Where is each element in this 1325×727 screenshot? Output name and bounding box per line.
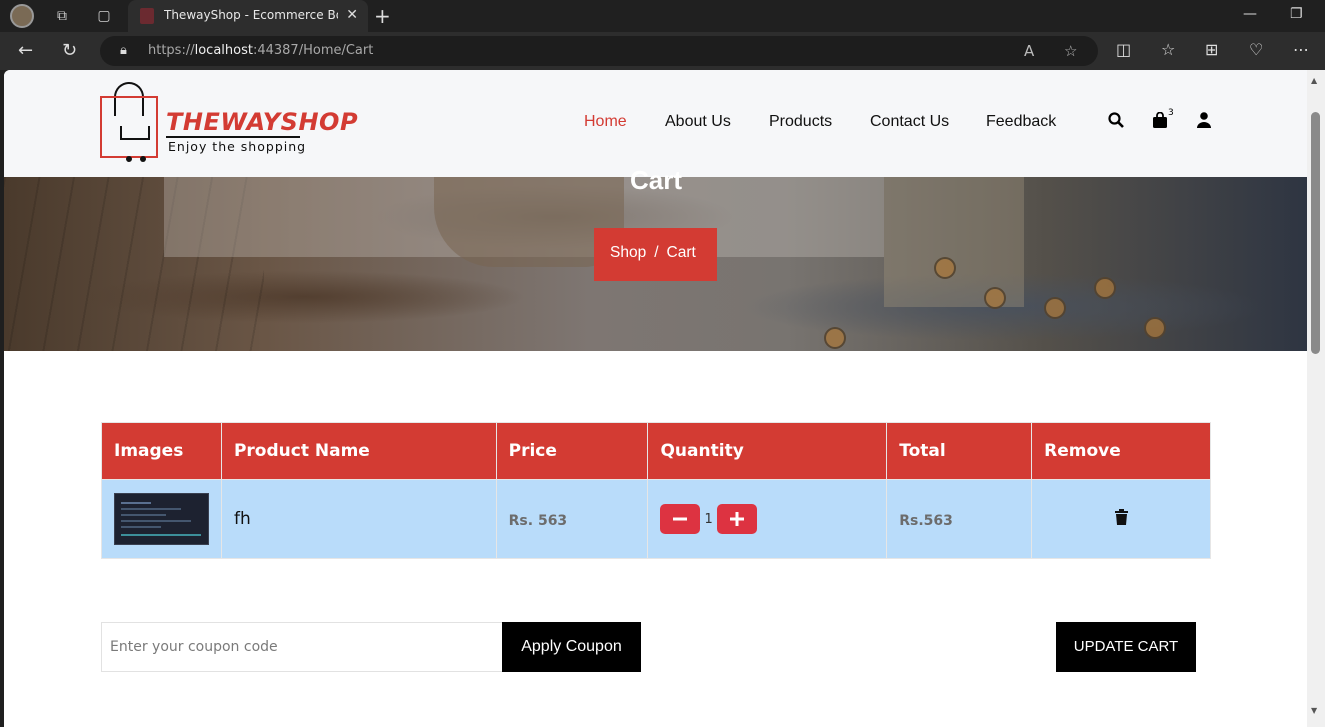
hero-decor-bead bbox=[984, 287, 1006, 309]
product-image-cell bbox=[101, 479, 222, 559]
favorite-star-icon[interactable]: ☆ bbox=[1064, 42, 1077, 60]
hero-decor-bead bbox=[934, 257, 956, 279]
thumbnail-detail bbox=[121, 508, 181, 510]
site-logo[interactable]: THEWAYSHOP Enjoy the shopping bbox=[100, 82, 358, 166]
read-aloud-icon[interactable]: A bbox=[1024, 42, 1034, 60]
site-header: THEWAYSHOP Enjoy the shopping Home About… bbox=[4, 70, 1307, 177]
minus-icon bbox=[673, 517, 688, 521]
logo-wheel bbox=[126, 156, 132, 162]
quantity-value[interactable]: 1 bbox=[704, 512, 712, 527]
tab-actions-icon[interactable]: ▢ bbox=[94, 6, 114, 26]
search-icon[interactable] bbox=[1108, 112, 1124, 133]
breadcrumb-current: Cart bbox=[666, 244, 696, 261]
breadcrumb-separator: / bbox=[654, 244, 659, 261]
product-price: Rs. 563 bbox=[508, 512, 568, 529]
user-icon[interactable] bbox=[1197, 112, 1211, 133]
plus-icon bbox=[729, 512, 744, 526]
hero-decor-bead bbox=[1144, 317, 1166, 339]
total-cell: Rs.563 bbox=[886, 479, 1033, 559]
page-title: Cart bbox=[630, 165, 683, 195]
browser-essentials-icon[interactable]: ♡ bbox=[1249, 40, 1263, 59]
scroll-down-icon[interactable]: ▼ bbox=[1311, 706, 1317, 715]
profile-avatar[interactable] bbox=[10, 4, 34, 28]
coupon-code-input[interactable] bbox=[101, 622, 503, 672]
cart-table-header: Images Product Name Price Quantity Total… bbox=[101, 422, 1211, 480]
nav-home[interactable]: Home bbox=[584, 113, 627, 131]
thumbnail-detail bbox=[121, 514, 166, 516]
hero-decor-bead bbox=[1094, 277, 1116, 299]
breadcrumb-shop-link[interactable]: Shop bbox=[610, 244, 646, 261]
page-viewport: THEWAYSHOP Enjoy the shopping Home About… bbox=[4, 70, 1307, 727]
thumbnail-detail bbox=[121, 534, 201, 536]
browser-address-bar: ← ↻ 🔒︎ https://localhost:44387/Home/Cart… bbox=[0, 32, 1325, 70]
nav-feedback[interactable]: Feedback bbox=[986, 113, 1056, 131]
thumbnail-detail bbox=[121, 502, 151, 504]
thumbnail-detail bbox=[121, 526, 161, 528]
new-tab-icon[interactable]: + bbox=[374, 4, 391, 28]
product-name[interactable]: fh bbox=[234, 509, 251, 529]
url-text: https://localhost:44387/Home/Cart bbox=[148, 43, 374, 58]
hero-banner: Cart Shop / Cart bbox=[4, 165, 1307, 351]
minimize-icon[interactable]: — bbox=[1243, 6, 1257, 22]
breadcrumb: Shop / Cart bbox=[594, 228, 717, 281]
browser-tab[interactable]: ThewayShop - Ecommerce Bootstrap ✕ bbox=[128, 0, 368, 32]
apply-coupon-button[interactable]: Apply Coupon bbox=[502, 622, 641, 672]
nav-about-us[interactable]: About Us bbox=[665, 113, 731, 131]
scroll-up-icon[interactable]: ▲ bbox=[1311, 76, 1317, 85]
col-header-price: Price bbox=[495, 422, 649, 480]
hero-decor-bead bbox=[824, 327, 846, 349]
tab-favicon-icon bbox=[140, 8, 154, 24]
col-header-quantity: Quantity bbox=[647, 422, 888, 480]
price-cell: Rs. 563 bbox=[495, 479, 649, 559]
hero-wood-shape bbox=[884, 177, 1024, 307]
refresh-icon[interactable]: ↻ bbox=[62, 40, 77, 61]
close-tab-icon[interactable]: ✕ bbox=[346, 7, 358, 23]
logo-tagline: Enjoy the shopping bbox=[168, 139, 307, 154]
col-header-remove: Remove bbox=[1031, 422, 1211, 480]
update-cart-button[interactable]: UPDATE CART bbox=[1056, 622, 1196, 672]
favorites-icon[interactable]: ☆ bbox=[1161, 40, 1175, 59]
col-header-product-name: Product Name bbox=[220, 422, 497, 480]
decrease-quantity-button[interactable] bbox=[660, 504, 701, 534]
quantity-cell: 1 bbox=[647, 479, 888, 559]
logo-wheel bbox=[140, 156, 146, 162]
cart-table: Images Product Name Price Quantity Total… bbox=[101, 422, 1211, 559]
cart-count-badge: 3 bbox=[1168, 108, 1174, 118]
product-name-cell: fh bbox=[220, 479, 497, 559]
lock-icon: 🔒︎ bbox=[120, 43, 127, 58]
remove-cell bbox=[1031, 479, 1211, 559]
logo-cart-icon bbox=[120, 126, 150, 140]
workspaces-icon[interactable]: ⧉ bbox=[52, 6, 72, 26]
product-thumbnail[interactable] bbox=[114, 493, 209, 545]
page-scrollbar[interactable]: ▲ ▼ bbox=[1307, 70, 1325, 727]
url-field[interactable]: 🔒︎ https://localhost:44387/Home/Cart A ☆ bbox=[100, 36, 1098, 66]
split-screen-icon[interactable]: ◫ bbox=[1116, 40, 1131, 59]
thumbnail-detail bbox=[121, 520, 191, 522]
collections-icon[interactable]: ⊞ bbox=[1205, 40, 1218, 59]
scrollbar-thumb[interactable] bbox=[1311, 112, 1320, 354]
nav-products[interactable]: Products bbox=[769, 113, 832, 131]
tab-title: ThewayShop - Ecommerce Bootstrap bbox=[164, 8, 338, 22]
table-row: fh Rs. 563 1 Rs.563 bbox=[101, 479, 1211, 559]
restore-icon[interactable]: ❐ bbox=[1290, 6, 1303, 22]
back-arrow-icon[interactable]: ← bbox=[18, 40, 33, 61]
quantity-stepper: 1 bbox=[660, 504, 886, 534]
product-total: Rs.563 bbox=[899, 512, 953, 529]
shopping-bag-icon[interactable] bbox=[1153, 111, 1167, 133]
col-header-images: Images bbox=[101, 422, 222, 480]
logo-wordmark: THEWAYSHOP bbox=[166, 108, 359, 136]
hero-decor-bead bbox=[1044, 297, 1066, 319]
nav-contact-us[interactable]: Contact Us bbox=[870, 113, 949, 131]
col-header-total: Total bbox=[886, 422, 1033, 480]
logo-divider bbox=[166, 136, 300, 138]
more-menu-icon[interactable]: ⋯ bbox=[1293, 40, 1309, 59]
browser-tab-bar: ⧉ ▢ ThewayShop - Ecommerce Bootstrap ✕ +… bbox=[0, 0, 1325, 32]
increase-quantity-button[interactable] bbox=[716, 504, 757, 534]
trash-icon[interactable] bbox=[1114, 508, 1128, 525]
